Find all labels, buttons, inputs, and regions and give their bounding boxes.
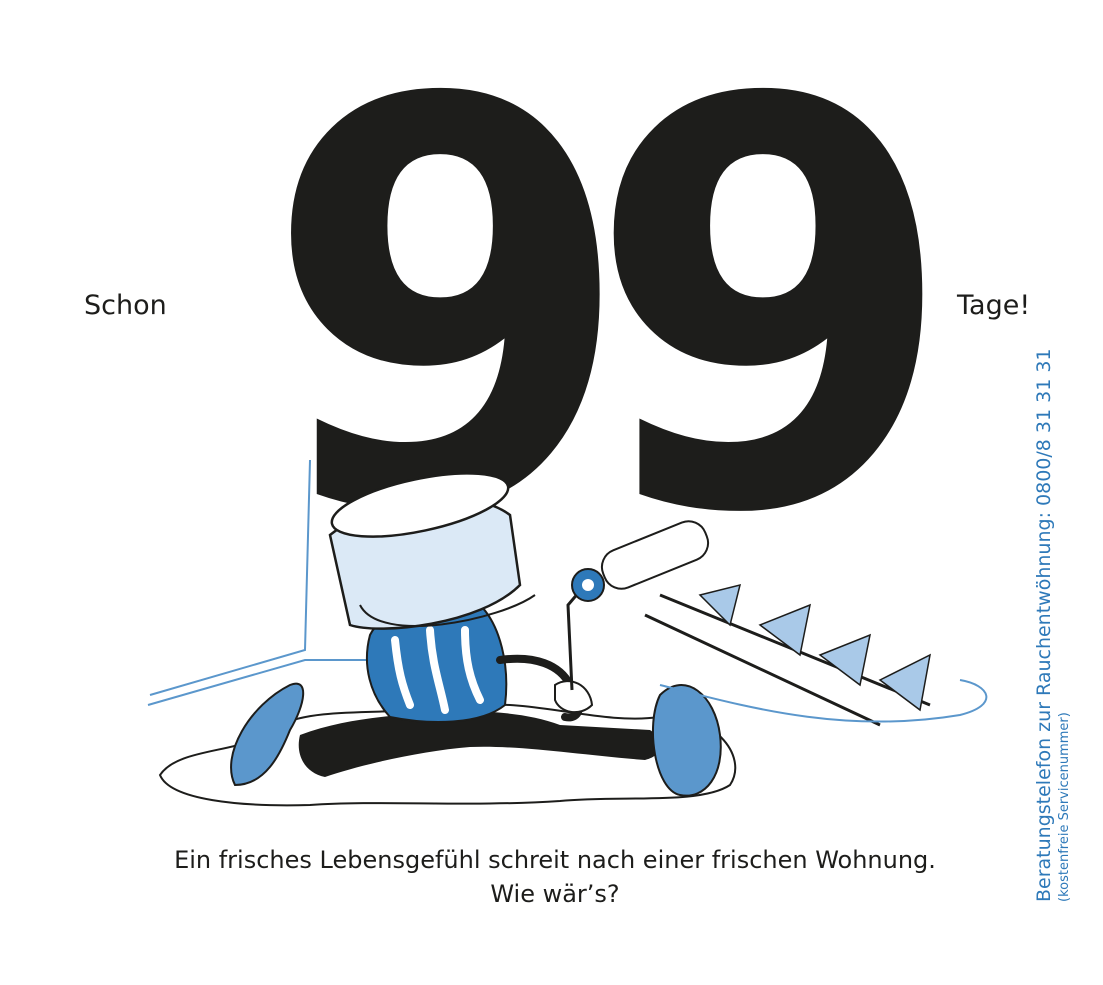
hotline-line-2: (kostenfreie Servicenummer)	[1057, 712, 1072, 902]
caption: Ein frisches Lebensgefühl schreit nach e…	[100, 843, 1010, 911]
right-shoe	[651, 684, 722, 797]
hotline-line-1: Beratungstelefon zur Rauchentwöhnung: 08…	[1033, 348, 1055, 902]
headline-suffix: Tage!	[957, 290, 1031, 321]
caption-line-2: Wie wär’s?	[490, 880, 620, 908]
floor-line	[147, 659, 380, 706]
caption-line-1: Ein frisches Lebensgefühl schreit nach e…	[174, 846, 936, 874]
wall-line	[149, 459, 311, 696]
paint-roller	[600, 520, 710, 590]
hand	[554, 680, 594, 714]
hotline-text: Beratungstelefon zur Rauchentwöhnung: 08…	[1032, 348, 1074, 902]
headline-prefix: Schon	[84, 290, 167, 321]
painter-illustration	[147, 459, 988, 807]
